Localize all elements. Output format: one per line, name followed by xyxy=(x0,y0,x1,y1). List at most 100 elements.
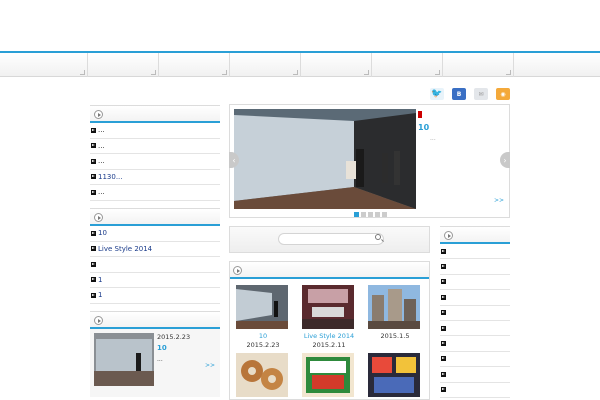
list-item[interactable] xyxy=(440,352,510,368)
list-item-label: 1 xyxy=(98,291,103,300)
list-item-label: Live Style 2014 xyxy=(98,244,153,253)
bullet-arrow-icon xyxy=(441,310,446,316)
nav-item-4[interactable] xyxy=(230,53,301,77)
gallery-thumbnail[interactable] xyxy=(368,353,420,397)
list-item[interactable] xyxy=(440,383,510,398)
bullet-arrow-icon xyxy=(441,248,446,254)
slide-title[interactable]: 10 xyxy=(418,123,429,132)
pager-dot[interactable] xyxy=(375,212,380,217)
list-item[interactable]: 1130... xyxy=(90,170,220,185)
gallery-thumbnail[interactable] xyxy=(368,285,420,329)
gallery-date: 2015.1.5 xyxy=(380,332,410,340)
list-item[interactable]: 10 xyxy=(90,226,220,242)
gallery-caption[interactable]: 10 xyxy=(236,332,290,340)
resize-grip-icon xyxy=(506,70,511,75)
gallery-thumbnail[interactable] xyxy=(302,353,354,397)
pager-dot[interactable] xyxy=(382,212,387,217)
slide-more-link[interactable]: >> xyxy=(494,197,504,204)
resize-grip-icon xyxy=(222,70,227,75)
list-item[interactable] xyxy=(440,321,510,337)
bullet-arrow-icon xyxy=(441,341,446,347)
list-item[interactable] xyxy=(440,336,510,352)
slide-excerpt: ... xyxy=(430,135,436,142)
bullet-arrow-icon xyxy=(91,127,96,133)
chevron-right-icon[interactable]: › xyxy=(500,152,510,168)
list-item-label: 1 xyxy=(98,275,103,284)
hatena-bookmark-icon[interactable]: B xyxy=(452,88,466,100)
list-item[interactable] xyxy=(440,306,510,321)
list-item[interactable] xyxy=(440,290,510,306)
list-item[interactable]: ... xyxy=(90,185,220,201)
list-item[interactable] xyxy=(440,244,510,260)
feature-title[interactable]: 10 xyxy=(157,344,167,352)
list-item[interactable]: ... xyxy=(90,123,220,139)
bullet-arrow-icon xyxy=(441,325,446,331)
resize-grip-icon xyxy=(151,70,156,75)
gallery-caption[interactable]: Live Style 2014 xyxy=(302,332,356,340)
play-circle-icon xyxy=(444,231,453,240)
gallery-item[interactable] xyxy=(368,353,422,397)
feature-date: 2015.2.23 xyxy=(157,333,191,341)
slider-pager xyxy=(354,212,387,217)
list-item[interactable]: ... xyxy=(90,154,220,170)
list-item[interactable] xyxy=(90,257,220,273)
list-item-label: ... xyxy=(98,188,105,197)
list-item-label: ... xyxy=(98,141,105,150)
twitter-icon[interactable]: 🐦 xyxy=(430,88,444,100)
list-item-label: 10 xyxy=(98,229,107,238)
list-item[interactable] xyxy=(440,275,510,291)
bullet-arrow-icon xyxy=(441,294,446,300)
list-item[interactable]: ... xyxy=(90,139,220,154)
bullet-arrow-icon xyxy=(91,261,96,267)
pager-dot[interactable] xyxy=(368,212,373,217)
resize-grip-icon xyxy=(293,70,298,75)
featured-slider: 10 ... >> ‹ › xyxy=(229,104,510,218)
resize-grip-icon xyxy=(435,70,440,75)
rss-icon[interactable]: ◉ xyxy=(496,88,510,100)
resize-grip-icon xyxy=(80,70,85,75)
gallery-item[interactable]: 2015.1.5 xyxy=(368,285,422,340)
nav-item-3[interactable] xyxy=(159,53,230,77)
gallery-date: 2015.2.23 xyxy=(246,341,280,349)
mail-icon[interactable]: ✉ xyxy=(474,88,488,100)
pager-dot[interactable] xyxy=(354,212,359,217)
resize-grip-icon xyxy=(364,70,369,75)
bullet-arrow-icon xyxy=(91,174,96,180)
nav-item-6[interactable] xyxy=(372,53,443,77)
list-item[interactable]: 1 xyxy=(90,273,220,288)
gallery-item[interactable] xyxy=(236,353,290,397)
nav-item-5[interactable] xyxy=(301,53,372,77)
hatena-label: B xyxy=(456,90,462,98)
gallery-thumbnail[interactable] xyxy=(236,285,288,329)
slide-image[interactable] xyxy=(234,109,416,209)
list-item[interactable] xyxy=(440,259,510,275)
feature-thumbnail[interactable] xyxy=(94,333,154,386)
nav-item-7[interactable] xyxy=(443,53,514,77)
list-item[interactable] xyxy=(440,367,510,383)
feature-more-link[interactable]: >> xyxy=(205,362,215,369)
search-input[interactable] xyxy=(278,233,384,245)
nav-item-1[interactable] xyxy=(0,53,88,77)
gallery-item[interactable]: 10 2015.2.23 xyxy=(236,285,290,349)
pager-dot[interactable] xyxy=(361,212,366,217)
bullet-arrow-icon xyxy=(91,246,96,252)
bullet-arrow-icon xyxy=(91,158,96,164)
gallery-item[interactable]: Live Style 2014 2015.2.11 xyxy=(302,285,356,349)
list-item-label: 1130... xyxy=(98,172,123,181)
list-item[interactable]: 1 xyxy=(90,288,220,304)
panel-header xyxy=(90,208,220,226)
bullet-arrow-icon xyxy=(441,387,446,393)
nav-item-2[interactable] xyxy=(88,53,159,77)
bullet-arrow-icon xyxy=(441,371,446,377)
list-item[interactable]: Live Style 2014 xyxy=(90,242,220,257)
feature-post[interactable]: 2015.2.23 10 ... >> xyxy=(90,329,220,397)
search-icon[interactable] xyxy=(375,234,381,240)
gallery-thumbnail[interactable] xyxy=(302,285,354,329)
play-circle-icon xyxy=(94,110,103,119)
gallery-panel: 10 2015.2.23 Live Style 2014 2015.2.11 2… xyxy=(229,261,430,400)
bullet-arrow-icon xyxy=(91,189,96,195)
bullet-arrow-icon xyxy=(91,143,96,149)
sidebar-panel-feature xyxy=(90,311,220,329)
gallery-item[interactable] xyxy=(302,353,356,397)
gallery-thumbnail[interactable] xyxy=(236,353,288,397)
